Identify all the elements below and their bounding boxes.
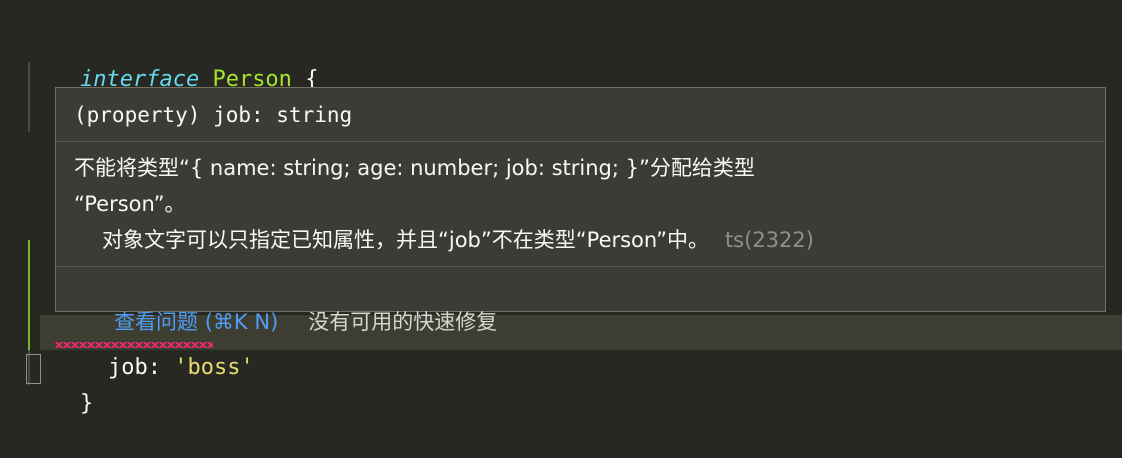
bracket-match-highlight: [26, 354, 41, 384]
error-message-line-1: 不能将类型“{ name: string; age: number; job: …: [74, 156, 755, 180]
no-quick-fix-text: 没有可用的快速修复: [308, 310, 498, 334]
hover-signature: (property) job: string: [74, 103, 353, 127]
divider: [56, 266, 1105, 267]
close-brace: }: [79, 391, 94, 416]
code-editor[interactable]: interface Person { name: string } co job…: [0, 0, 1122, 416]
code-line-6[interactable]: }: [0, 350, 1122, 416]
code-line-1[interactable]: interface Person {: [0, 26, 1122, 92]
hover-actions: 查看问题 (⌘K N) 没有可用的快速修复: [74, 274, 497, 334]
divider: [56, 141, 1105, 142]
error-message-line-3: 对象文字可以只指定已知属性，并且“job”不在类型“Person”中。 ts(23…: [102, 223, 814, 257]
hover-tooltip[interactable]: (property) job: string 不能将类型“{ name: str…: [55, 87, 1106, 334]
view-problem-link[interactable]: 查看问题 (⌘K N): [114, 310, 278, 334]
error-code: ts(2322): [724, 228, 814, 252]
error-message-line-2: “Person”。: [74, 192, 186, 216]
error-detail: 对象文字可以只指定已知属性，并且“job”不在类型“Person”中。: [102, 228, 709, 252]
